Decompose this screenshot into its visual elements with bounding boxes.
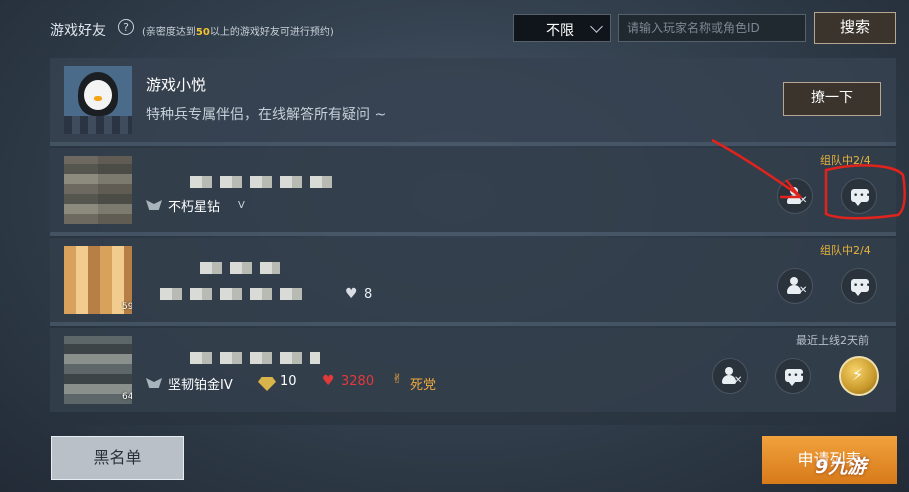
chat-button[interactable]: •••: [841, 178, 877, 214]
top-bar: 游戏好友 ? (亲密度达到50以上的游戏好友可进行预约) 不限 搜索: [0, 0, 909, 56]
blurred-name: [190, 352, 320, 364]
blurred-rank: [160, 288, 310, 300]
remove-user-icon: ✕: [787, 187, 807, 206]
status-text: 最近上线2天前: [796, 334, 869, 347]
blurred-name: [200, 262, 280, 274]
chat-button[interactable]: •••: [841, 268, 877, 304]
remove-friend-button[interactable]: ✕: [777, 178, 813, 214]
filter-dropdown[interactable]: 不限: [513, 14, 611, 42]
search-button[interactable]: 搜索: [814, 12, 896, 44]
friend-avatar[interactable]: 64: [64, 336, 132, 404]
rank-label: 坚韧铂金IV: [168, 378, 233, 393]
intimacy-value: 8: [364, 287, 373, 302]
filter-value: 不限: [546, 23, 574, 39]
remove-user-icon: ✕: [787, 277, 807, 296]
tier-number: 10: [280, 374, 297, 389]
poke-button[interactable]: 撩一下: [783, 82, 881, 116]
friends-list: 游戏小悦 特种兵专属伴侣，在线解答所有疑问 ~ 撩一下 不朽星钻 V 组队中2/…: [50, 58, 896, 425]
remove-user-icon: ✕: [722, 367, 742, 386]
friend-row[interactable]: 64 坚韧铂金IV 10 ♥ 3280 ✌ 死党 最近上线2天前 ✕ ••• ⚡: [50, 328, 896, 412]
row-divider: [50, 322, 896, 326]
help-icon[interactable]: ?: [118, 19, 134, 35]
friend-row[interactable]: 不朽星钻 V 组队中2/4 ✕ •••: [50, 148, 896, 232]
diamond-icon: [258, 377, 276, 391]
status-text: 组队中2/4: [820, 154, 871, 167]
friend-avatar[interactable]: 59: [64, 246, 132, 314]
rank-wing-icon: [146, 376, 162, 390]
chevron-down-icon: [590, 20, 603, 33]
friend-row[interactable]: 59 ♥ 8 组队中2/4 ✕ •••: [50, 238, 896, 322]
blurred-name: [190, 176, 340, 188]
heart-icon: ♥: [322, 373, 335, 389]
remove-friend-button[interactable]: ✕: [712, 358, 748, 394]
assistant-description: 特种兵专属伴侣，在线解答所有疑问 ~: [146, 107, 387, 123]
blacklist-button[interactable]: 黑名单: [51, 436, 184, 480]
heart-icon: ♥: [345, 286, 358, 302]
level-badge: 59: [122, 302, 132, 312]
lightning-icon: ⚡: [852, 365, 864, 384]
assistant-avatar[interactable]: [64, 66, 132, 134]
row-divider: [50, 232, 896, 236]
row-divider: [50, 142, 896, 146]
rank-wing-icon: [146, 198, 162, 212]
status-text: 组队中2/4: [820, 244, 871, 257]
assistant-row: 游戏小悦 特种兵专属伴侣，在线解答所有疑问 ~ 撩一下: [50, 58, 896, 142]
intimacy-hint: (亲密度达到50以上的游戏好友可进行预约): [142, 27, 334, 38]
remove-friend-button[interactable]: ✕: [777, 268, 813, 304]
level-badge: 64: [122, 392, 132, 402]
assistant-name: 游戏小悦: [146, 76, 207, 94]
intimacy-value: 3280: [341, 374, 375, 389]
gift-button[interactable]: ⚡: [839, 356, 879, 396]
page-title: 游戏好友: [50, 23, 106, 39]
chat-button[interactable]: •••: [775, 358, 811, 394]
victory-hand-icon: ✌: [392, 372, 403, 387]
vip-tag: V: [238, 200, 245, 211]
friend-avatar[interactable]: [64, 156, 132, 224]
intimacy-threshold: 50: [195, 27, 210, 38]
relation-label: 死党: [410, 378, 437, 393]
rank-label: 不朽星钻: [168, 200, 221, 215]
search-input[interactable]: [618, 14, 806, 42]
site-watermark: 9九游: [815, 456, 867, 478]
